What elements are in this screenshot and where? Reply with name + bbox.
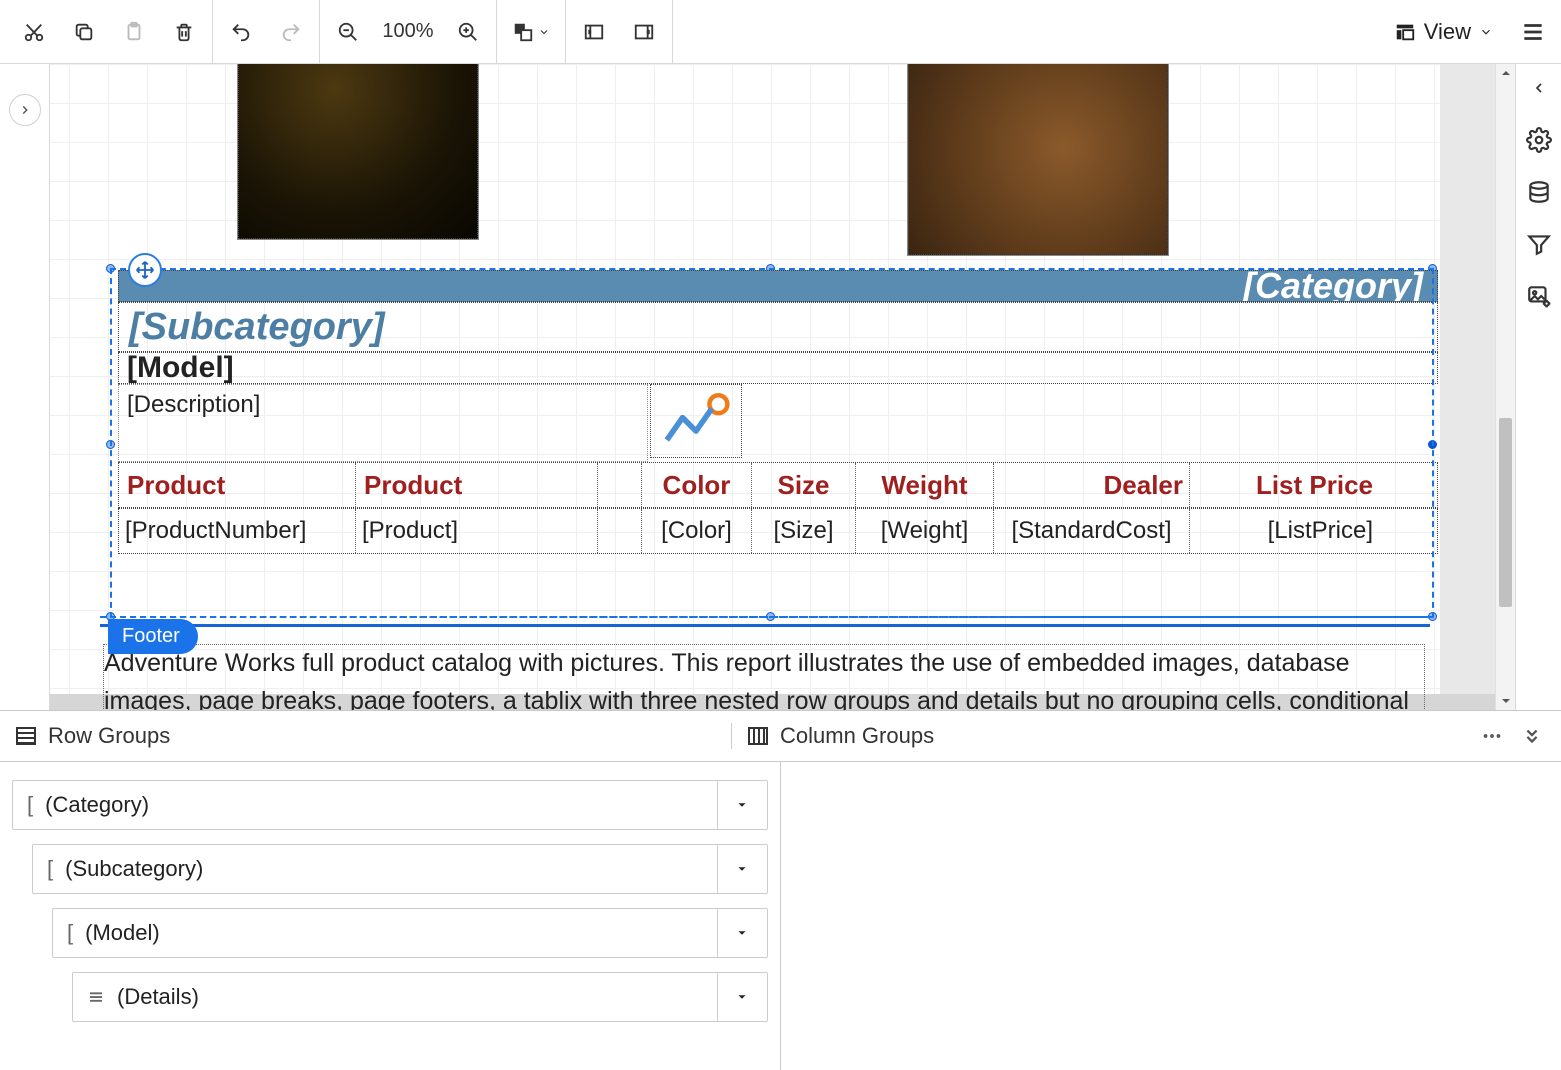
group-item-category[interactable]: [(Category) bbox=[12, 780, 768, 830]
column-groups-header: Column Groups bbox=[732, 723, 1463, 749]
embedded-image-placeholder[interactable] bbox=[238, 64, 478, 239]
right-tool-rail bbox=[1515, 64, 1561, 710]
group-dropdown-button[interactable] bbox=[717, 781, 767, 829]
hamburger-menu[interactable] bbox=[1511, 10, 1555, 54]
footer-textbox[interactable]: Adventure Works full product catalog wit… bbox=[103, 644, 1425, 710]
group-dropdown-button[interactable] bbox=[717, 845, 767, 893]
arrange-button[interactable] bbox=[503, 10, 559, 54]
vertical-scrollbar[interactable] bbox=[1495, 64, 1515, 710]
section-divider bbox=[100, 624, 1430, 627]
embedded-image-placeholder[interactable] bbox=[908, 64, 1168, 255]
group-item-model[interactable]: [(Model) bbox=[52, 908, 768, 958]
selection-guide bbox=[100, 616, 1430, 618]
toolbar: 100% View bbox=[0, 0, 1561, 64]
group-dropdown-button[interactable] bbox=[717, 973, 767, 1021]
selection-move-handle[interactable] bbox=[128, 253, 162, 287]
undo-button[interactable] bbox=[219, 10, 263, 54]
cut-button[interactable] bbox=[12, 10, 56, 54]
filter-icon[interactable] bbox=[1521, 226, 1557, 262]
details-icon bbox=[87, 988, 105, 1006]
row-groups-header: Row Groups bbox=[0, 723, 732, 749]
row-groups-list: [(Category) [(Subcategory) [(Model) (Det… bbox=[0, 762, 781, 1070]
align-right-button[interactable] bbox=[622, 10, 666, 54]
group-item-subcategory[interactable]: [(Subcategory) bbox=[32, 844, 768, 894]
view-menu[interactable]: View bbox=[1384, 10, 1503, 54]
collapse-panel-icon[interactable] bbox=[1521, 725, 1543, 747]
zoom-level: 100% bbox=[376, 20, 440, 43]
zoom-in-button[interactable] bbox=[446, 10, 490, 54]
redo-button bbox=[269, 10, 313, 54]
collapse-right-panel-button[interactable] bbox=[1521, 70, 1557, 106]
settings-icon[interactable] bbox=[1521, 122, 1557, 158]
align-left-button[interactable] bbox=[572, 10, 616, 54]
scrollbar-thumb[interactable] bbox=[1499, 418, 1512, 607]
group-icon: [ bbox=[27, 792, 33, 818]
group-dropdown-button[interactable] bbox=[717, 909, 767, 957]
zoom-out-button[interactable] bbox=[326, 10, 370, 54]
paste-button bbox=[112, 10, 156, 54]
design-canvas[interactable]: [Category] [Subcategory] [Model] [Descri… bbox=[50, 64, 1495, 710]
group-item-details[interactable]: (Details) bbox=[72, 972, 768, 1022]
scroll-up-button[interactable] bbox=[1496, 64, 1515, 82]
groups-panel: Row Groups Column Groups [(Category) [(S… bbox=[0, 710, 1561, 1070]
expand-left-panel-button[interactable] bbox=[9, 94, 41, 126]
footer-section-label[interactable]: Footer bbox=[108, 619, 198, 654]
tablix-selection-outline bbox=[110, 268, 1434, 618]
delete-button[interactable] bbox=[162, 10, 206, 54]
image-settings-icon[interactable] bbox=[1521, 278, 1557, 314]
scroll-down-button[interactable] bbox=[1496, 692, 1515, 710]
column-groups-list bbox=[781, 762, 1561, 1070]
group-icon: [ bbox=[47, 856, 53, 882]
copy-button[interactable] bbox=[62, 10, 106, 54]
view-menu-label: View bbox=[1424, 19, 1471, 45]
group-icon: [ bbox=[67, 920, 73, 946]
more-options-icon[interactable] bbox=[1481, 725, 1503, 747]
data-icon[interactable] bbox=[1521, 174, 1557, 210]
left-panel-collapsed bbox=[0, 64, 50, 710]
